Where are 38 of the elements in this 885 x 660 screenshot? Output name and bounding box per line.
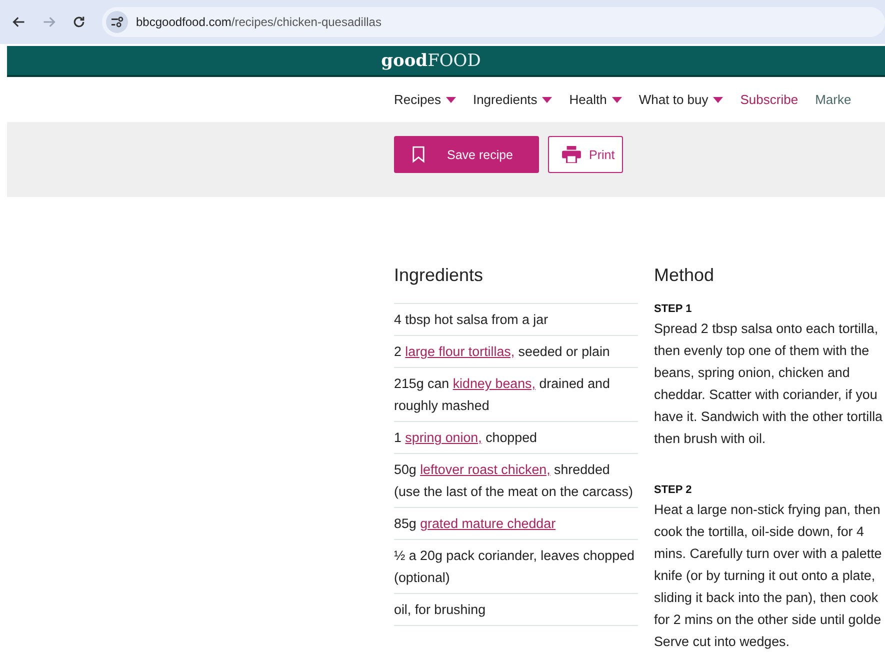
nav-link[interactable]: Recipes xyxy=(394,92,456,107)
ingredient-item: ½ a 20g pack coriander, leaves chopped (optional) xyxy=(394,540,638,594)
step-label: STEP 1 xyxy=(654,303,693,315)
caret-icon xyxy=(542,96,552,102)
ingredient-link[interactable]: grated mature cheddar xyxy=(420,516,556,531)
bookmark-icon xyxy=(412,146,425,163)
nav-link[interactable]: What to buy xyxy=(638,92,724,107)
caret-icon xyxy=(446,96,456,102)
section-heading: Method xyxy=(654,265,716,286)
back-icon[interactable] xyxy=(12,15,26,29)
ingredient-item: 2 large flour tortillas, seeded or plain xyxy=(394,336,638,368)
step-text: Heat a large non-stick frying pan, then cook the tortilla, oil-side down, for 4 mins. Carefully turn over with a palette knife (or by turning it out onto a plate, sliding it back into the pan), then cook for 2 mins on the other side until golde Serve cut into wedges. xyxy=(654,501,883,651)
section-heading: Ingredients xyxy=(394,265,484,286)
ingredient-item: 215g can kidney beans, drained and roughly mashed xyxy=(394,368,638,422)
printer-icon xyxy=(562,146,581,163)
ingredient-item: 1 spring onion, chopped xyxy=(394,422,638,454)
ingredient-link[interactable]: kidney beans, xyxy=(452,376,536,391)
reload-icon[interactable] xyxy=(72,15,86,29)
nav-link[interactable]: Subscribe xyxy=(740,92,798,107)
nav-link[interactable]: Health xyxy=(569,92,622,107)
logo[interactable]: goodFOOD xyxy=(381,50,481,70)
ingredient-item: oil, for brushing xyxy=(394,594,638,626)
ingredient-link[interactable]: large flour tortillas, xyxy=(405,344,515,359)
ingredient-item: 85g grated mature cheddar xyxy=(394,508,638,540)
ingredient-link[interactable]: leftover roast chicken, xyxy=(420,462,550,477)
caret-icon xyxy=(713,96,724,102)
ingredient-item: 50g leftover roast chicken, shredded (use the last of the meat on the carcass) xyxy=(394,454,638,508)
address-bar[interactable]: bbcgoodfood.com/recipes/chicken-quesadillas xyxy=(102,7,885,37)
caret-icon xyxy=(612,96,622,102)
print-button[interactable]: Print xyxy=(548,136,623,173)
save-recipe-button[interactable]: Save recipe xyxy=(394,136,539,173)
nav-link[interactable]: Ingredients xyxy=(472,92,552,107)
nav-link[interactable]: Marke xyxy=(815,92,852,107)
ingredient-item: 4 tbsp hot salsa from a jar xyxy=(394,304,638,336)
step-text: Spread 2 tbsp salsa onto each tortilla, then evenly top one of them with the beans, spring onion, chicken and cheddar. Scatter with coriander, if you have it. Sandwich with the other tortilla then brush with oil. xyxy=(654,320,884,448)
site-settings-icon[interactable] xyxy=(106,11,128,33)
step-label: STEP 2 xyxy=(654,484,693,496)
ingredient-link[interactable]: spring onion, xyxy=(405,430,482,445)
